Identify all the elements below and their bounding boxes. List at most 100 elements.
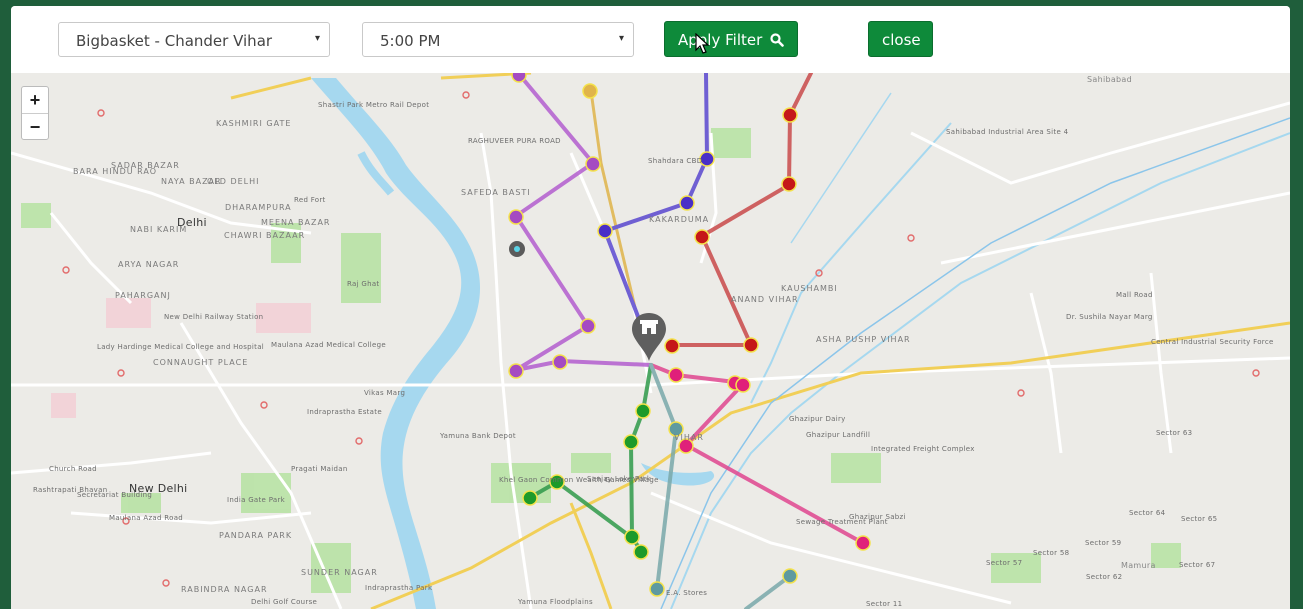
close-button[interactable]: close: [868, 21, 933, 57]
chevron-down-icon: ▾: [314, 33, 320, 44]
stop-marker: [552, 354, 568, 370]
stop-marker: [508, 209, 524, 225]
map-label: Maulana Azad Medical College: [271, 341, 386, 349]
map-label: Sahibabad Industrial Area Site 4: [946, 128, 1069, 136]
map-label: Ghazipur Landfill: [806, 431, 871, 439]
location-marker: [509, 241, 525, 257]
stop-marker: [782, 107, 798, 123]
map-label: Sector 62: [1086, 573, 1123, 581]
time-select[interactable]: 5:00 PM ▾: [362, 22, 634, 57]
map-label: Maulana Azad Road: [109, 514, 184, 522]
stop-marker: [668, 367, 684, 383]
map-label: PAHARGANJ: [115, 291, 171, 300]
stop-marker: [735, 377, 751, 393]
map-label: Khel Gaon Common Wealth Games Village: [499, 476, 659, 484]
map-label: Shahdara CBD: [648, 157, 703, 165]
map-label: Ghazipur Sabzi: [849, 513, 906, 521]
map-label: Mall Road: [1116, 291, 1153, 299]
map-label: Ghazipur Dairy: [789, 415, 846, 423]
apply-filter-label: Apply Filter: [678, 31, 763, 49]
route-map-modal: Bigbasket - Chander Vihar ▾ 5:00 PM ▾ Ap…: [11, 6, 1290, 609]
map-label: DHARAMPURA: [225, 203, 292, 212]
map-label: CHAWRI BAZAAR: [224, 231, 306, 240]
map-label: Shastri Park Metro Rail Depot: [318, 101, 430, 109]
map-label: Vikas Marg: [364, 389, 406, 397]
map-label: Pragati Maidan: [291, 465, 348, 473]
map-label: E.A. Stores: [666, 589, 708, 597]
stop-marker: [624, 529, 640, 545]
map-label: Raj Ghat: [347, 280, 380, 288]
map-label: KAKARDUMA: [649, 215, 710, 224]
stop-marker: [522, 490, 538, 506]
zoom-in-button[interactable]: +: [22, 87, 48, 113]
map-label: NAYA BAZAR: [161, 177, 222, 186]
map-label: India Gate Park: [227, 496, 286, 504]
stop-marker: [508, 363, 524, 379]
map-label: SAFEDA BASTI: [461, 188, 531, 197]
mouse-cursor-icon: [695, 33, 709, 54]
map-label: Yamuna Bank Depot: [440, 432, 516, 440]
close-label: close: [882, 31, 921, 49]
map-label: Lady Hardinge Medical College and Hospit…: [97, 343, 265, 351]
store-select[interactable]: Bigbasket - Chander Vihar ▾: [58, 22, 330, 57]
green-route: [628, 363, 653, 553]
map-label: Yamuna Floodplains: [518, 598, 593, 606]
stop-marker: [743, 337, 759, 353]
map-label: Sector 58: [1033, 549, 1070, 557]
chevron-down-icon: ▾: [618, 33, 624, 44]
map-label: Rashtrapati Bhavan: [33, 486, 108, 494]
map-label: New Delhi Railway Station: [164, 313, 264, 321]
map-label: Integrated Freight Complex: [871, 445, 975, 453]
stop-marker: [585, 156, 601, 172]
search-icon: [770, 33, 784, 47]
stop-marker: [664, 338, 680, 354]
map-label: Sahibabad: [1087, 75, 1133, 84]
map-label: CONNAUGHT PLACE: [153, 358, 249, 367]
stop-marker: [582, 83, 598, 99]
map-label: Delhi Golf Course: [251, 598, 318, 606]
map-label: ARYA NAGAR: [118, 260, 180, 269]
teal-route-branch: [744, 574, 792, 609]
map-label: SUNDER NAGAR: [301, 568, 378, 577]
map-label: VIHAR: [674, 433, 704, 442]
map-label: Sector 64: [1129, 509, 1166, 517]
map-label: Sector 65: [1181, 515, 1218, 523]
map-label: Central Industrial Security Force: [1151, 338, 1274, 346]
map-label: Sector 63: [1156, 429, 1193, 437]
map-label: PANDARA PARK: [219, 531, 293, 540]
map-label: MEENA BAZAR: [261, 218, 331, 227]
stop-marker: [782, 568, 798, 584]
map-label: Indraprastha Park: [365, 584, 433, 592]
map-label: Sector 67: [1179, 561, 1216, 569]
stop-marker: [511, 73, 527, 83]
map-canvas: [11, 73, 1290, 609]
map-view[interactable]: + − New Delhi Delhi OLD DELHI SAFEDA BAS…: [11, 73, 1290, 609]
route-lines: [513, 73, 865, 609]
stop-marker: [635, 403, 651, 419]
zoom-control: + −: [21, 86, 49, 140]
map-label: ANAND VIHAR: [731, 295, 799, 304]
map-label: Church Road: [49, 465, 97, 473]
map-label: Dr. Sushila Nayar Marg: [1066, 313, 1153, 321]
stop-marker: [580, 318, 596, 334]
stop-marker: [855, 535, 871, 551]
map-label: Red Fort: [294, 196, 326, 204]
map-label: Indraprastha Estate: [307, 408, 382, 416]
map-label: Sector 11: [866, 600, 903, 608]
map-label: NABI KARIM: [130, 225, 188, 234]
map-label: RABINDRA NAGAR: [181, 585, 268, 594]
map-label: RAGHUVEER PURA ROAD: [468, 137, 561, 145]
map-label: BARA HINDU RAO: [73, 167, 157, 176]
store-pin-icon: [632, 313, 666, 361]
map-label: Mamura: [1121, 561, 1156, 570]
map-label: Sector 57: [986, 559, 1023, 567]
apply-filter-button[interactable]: Apply Filter: [664, 21, 798, 57]
stop-marker: [781, 176, 797, 192]
stop-marker: [633, 544, 649, 560]
map-label: KASHMIRI GATE: [216, 119, 292, 128]
zoom-out-button[interactable]: −: [22, 113, 48, 139]
map-label: ASHA PUSHP VIHAR: [816, 335, 911, 344]
filter-toolbar: Bigbasket - Chander Vihar ▾ 5:00 PM ▾ Ap…: [11, 6, 1290, 73]
time-select-value: 5:00 PM: [380, 32, 441, 50]
map-label: KAUSHAMBI: [781, 284, 838, 293]
